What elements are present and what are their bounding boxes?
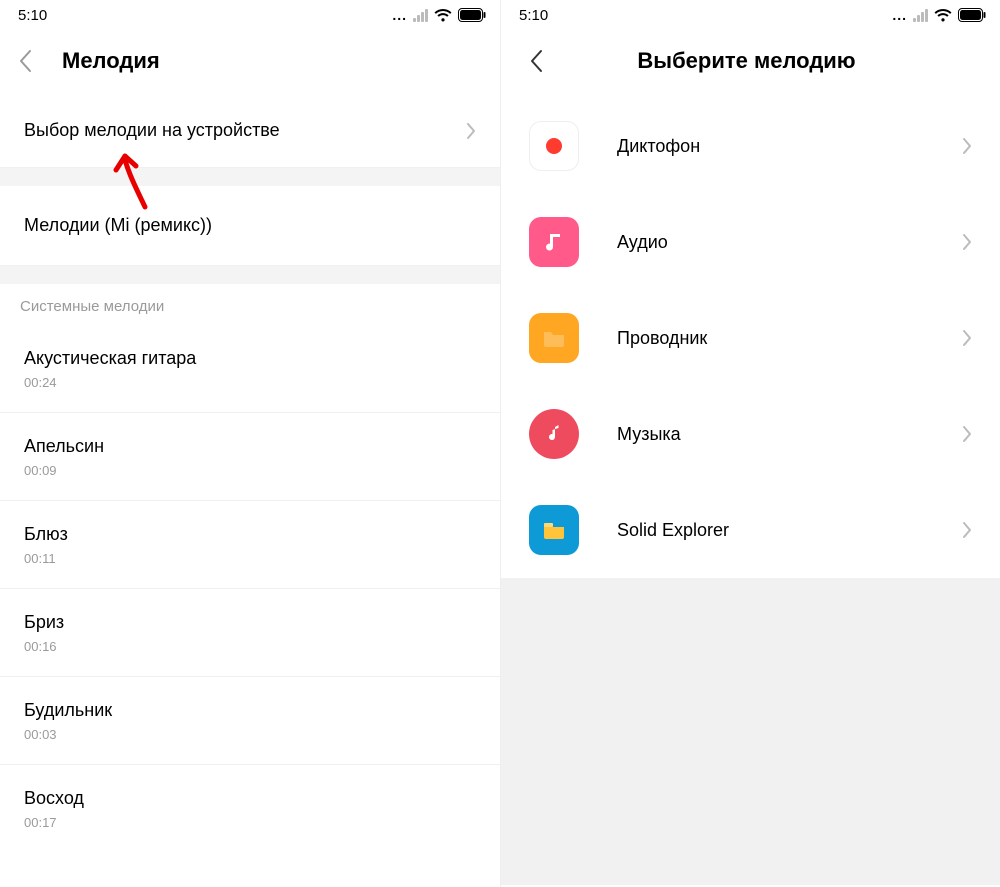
app-label: Музыка <box>617 424 962 445</box>
more-dots-icon: ... <box>892 7 907 23</box>
status-bar: 5:10 ... <box>0 0 500 30</box>
ringtone-row[interactable]: Блюз 00:11 <box>0 501 500 589</box>
battery-icon <box>958 8 986 22</box>
section-gap <box>0 168 500 186</box>
ringtone-duration: 00:09 <box>24 463 57 478</box>
app-label: Проводник <box>617 328 962 349</box>
screen-choose-app: 5:10 ... Выберите мелодию Диктофон <box>500 0 1000 887</box>
ringtone-name: Блюз <box>24 524 68 545</box>
screen-melody: 5:10 ... Мелодия Выбор мелодии на устрой… <box>0 0 500 887</box>
signal-icon <box>413 9 428 22</box>
ringtone-duration: 00:24 <box>24 375 57 390</box>
section-header-system: Системные мелодии <box>0 284 500 325</box>
more-dots-icon: ... <box>392 7 407 23</box>
app-row-music[interactable]: Музыка <box>501 386 1000 482</box>
status-time: 5:10 <box>519 7 548 24</box>
ringtone-name: Бриз <box>24 612 64 633</box>
row-label: Мелодии (Mi (ремикс)) <box>24 215 212 236</box>
ringtone-name: Будильник <box>24 700 112 721</box>
app-row-recorder[interactable]: Диктофон <box>501 98 1000 194</box>
ringtone-row[interactable]: Бриз 00:16 <box>0 589 500 677</box>
audio-icon <box>529 217 579 267</box>
app-row-audio[interactable]: Аудио <box>501 194 1000 290</box>
app-row-files[interactable]: Проводник <box>501 290 1000 386</box>
ringtone-duration: 00:17 <box>24 815 57 830</box>
chevron-right-icon <box>962 233 972 251</box>
solid-explorer-icon <box>529 505 579 555</box>
chevron-right-icon <box>962 137 972 155</box>
ringtone-duration: 00:11 <box>24 551 56 566</box>
signal-icon <box>913 9 928 22</box>
status-icons: ... <box>892 7 986 23</box>
ringtone-row[interactable]: Апельсин 00:09 <box>0 413 500 501</box>
row-choose-on-device[interactable]: Выбор мелодии на устройстве <box>0 94 500 168</box>
ringtone-name: Восход <box>24 788 84 809</box>
battery-icon <box>458 8 486 22</box>
app-label: Solid Explorer <box>617 520 962 541</box>
empty-area <box>501 578 1000 885</box>
status-time: 5:10 <box>18 7 47 24</box>
header: Выберите мелодию <box>501 30 1000 98</box>
app-label: Аудио <box>617 232 962 253</box>
music-icon <box>529 409 579 459</box>
row-mi-remix[interactable]: Мелодии (Mi (ремикс)) <box>0 186 500 266</box>
page-title: Мелодия <box>62 48 160 74</box>
wifi-icon <box>934 8 952 22</box>
back-button[interactable] <box>529 49 555 73</box>
ringtone-duration: 00:16 <box>24 639 57 654</box>
chevron-right-icon <box>466 122 476 140</box>
recorder-icon <box>529 121 579 171</box>
row-label: Выбор мелодии на устройстве <box>24 120 280 141</box>
folder-icon <box>529 313 579 363</box>
app-row-solid-explorer[interactable]: Solid Explorer <box>501 482 1000 578</box>
ringtone-duration: 00:03 <box>24 727 57 742</box>
header: Мелодия <box>0 30 500 94</box>
page-title: Выберите мелодию <box>555 48 938 74</box>
status-icons: ... <box>392 7 486 23</box>
ringtone-name: Акустическая гитара <box>24 348 196 369</box>
chevron-right-icon <box>962 329 972 347</box>
chevron-right-icon <box>962 521 972 539</box>
app-label: Диктофон <box>617 136 962 157</box>
status-bar: 5:10 ... <box>501 0 1000 30</box>
section-gap <box>0 266 500 284</box>
chevron-right-icon <box>962 425 972 443</box>
ringtone-row[interactable]: Акустическая гитара 00:24 <box>0 325 500 413</box>
back-button[interactable] <box>18 49 44 73</box>
ringtone-row[interactable]: Восход 00:17 <box>0 765 500 853</box>
wifi-icon <box>434 8 452 22</box>
ringtone-row[interactable]: Будильник 00:03 <box>0 677 500 765</box>
ringtone-name: Апельсин <box>24 436 104 457</box>
